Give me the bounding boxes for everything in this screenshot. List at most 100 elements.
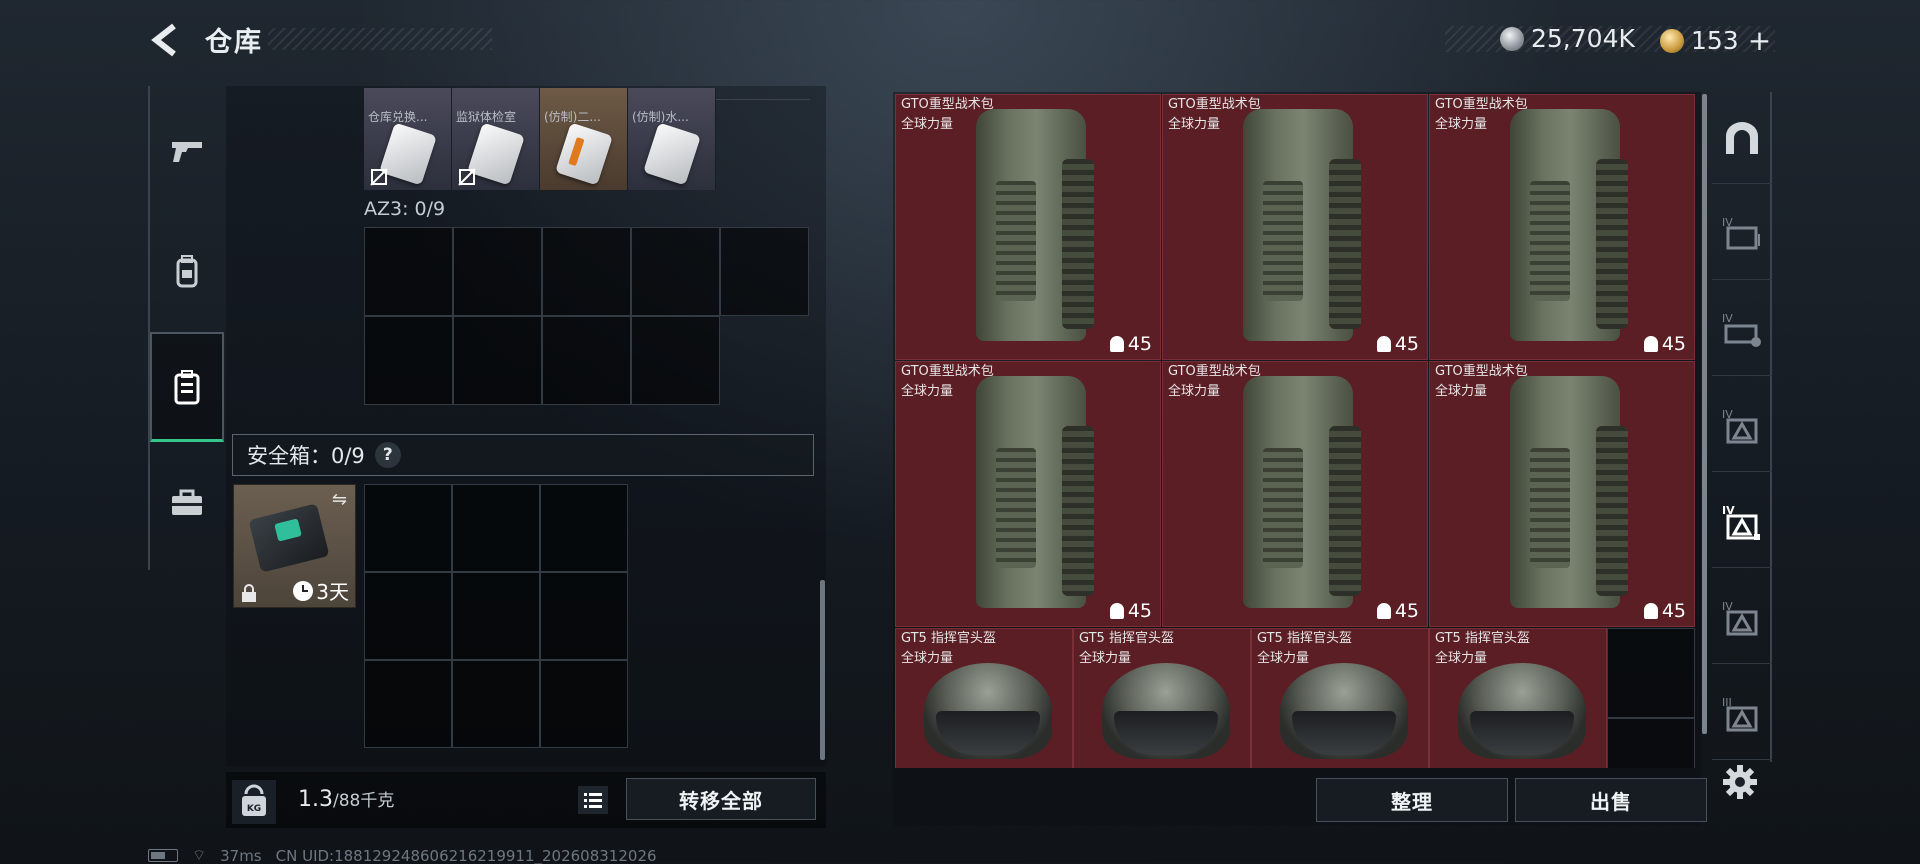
tab-tier-iv-gear[interactable]: IV bbox=[1712, 284, 1772, 376]
warehouse-item[interactable]: GTO重型战术包 全球力量 45 bbox=[895, 361, 1161, 627]
list-view-icon[interactable] bbox=[578, 786, 608, 814]
weight-current: 1.3 bbox=[298, 787, 333, 812]
gold-coin-icon bbox=[1660, 28, 1684, 53]
item-name: GTO重型战术包 bbox=[901, 97, 994, 112]
item-name: GTO重型战术包 bbox=[1435, 364, 1528, 379]
nav-equipment[interactable] bbox=[150, 216, 224, 326]
nav-kit[interactable] bbox=[150, 448, 224, 558]
grid-cell[interactable] bbox=[364, 484, 452, 572]
safe-box-label: 安全箱：0/9 bbox=[247, 444, 365, 468]
briefcase-icon bbox=[172, 489, 202, 515]
uid-text: CN UID:18812924860621621991​1_2026083120… bbox=[275, 846, 657, 864]
case-icon bbox=[174, 369, 200, 404]
tab-tier-iv-folder[interactable]: IV bbox=[1712, 188, 1772, 280]
weight-max: /88千克 bbox=[333, 791, 395, 811]
pistol-icon bbox=[172, 142, 202, 162]
keycard-icon bbox=[643, 122, 701, 186]
grid-cell[interactable] bbox=[1607, 628, 1695, 718]
grid-cell[interactable] bbox=[453, 227, 542, 316]
grid-cell[interactable] bbox=[1607, 718, 1695, 768]
grid-cell[interactable] bbox=[631, 316, 720, 405]
ping-value: 37ms bbox=[220, 846, 262, 864]
grid-cell[interactable] bbox=[452, 660, 540, 748]
grid-cell[interactable] bbox=[542, 227, 631, 316]
safe-box-item[interactable]: ⇋ 3天 bbox=[233, 484, 356, 608]
warehouse-item[interactable]: GT5 指挥官头盔 全球力量 bbox=[895, 628, 1073, 768]
grid-cell[interactable] bbox=[631, 227, 720, 316]
swap-icon[interactable]: ⇋ bbox=[332, 489, 347, 510]
nav-storage[interactable] bbox=[150, 332, 224, 442]
tab-tier-iv-triangle-active[interactable]: IV bbox=[1712, 476, 1772, 568]
grid-cell[interactable] bbox=[452, 484, 540, 572]
helmet-image bbox=[1280, 663, 1408, 759]
iv-triangle-icon: IV bbox=[1722, 504, 1760, 540]
grid-cell[interactable] bbox=[720, 227, 809, 316]
item-name: GT5 指挥官头盔 bbox=[901, 631, 996, 646]
capacity-icon bbox=[1643, 336, 1658, 352]
grid-cell[interactable] bbox=[453, 316, 542, 405]
warehouse-item[interactable]: GT5 指挥官头盔 全球力量 bbox=[1251, 628, 1429, 768]
battery-icon bbox=[148, 849, 178, 862]
back-arrow-icon[interactable] bbox=[148, 22, 184, 58]
item-count: 45 bbox=[1376, 600, 1419, 622]
backpack-icon bbox=[176, 255, 198, 288]
item-count: 45 bbox=[1643, 333, 1686, 355]
transfer-all-button[interactable]: 转移全部 bbox=[626, 778, 816, 820]
grid-cell[interactable] bbox=[540, 484, 628, 572]
grid-cell[interactable] bbox=[364, 316, 453, 405]
item-tag: 全球力量 bbox=[1168, 384, 1221, 399]
sort-button[interactable]: 整理 bbox=[1316, 778, 1508, 822]
tab-tier-iv-triangle-2[interactable]: IV bbox=[1712, 572, 1772, 664]
add-currency-button[interactable]: + bbox=[1748, 24, 1771, 57]
iv-gear-icon: IV bbox=[1722, 312, 1761, 347]
item-name: GT5 指挥官头盔 bbox=[1079, 631, 1174, 646]
tab-tier-iii[interactable]: III bbox=[1712, 668, 1772, 760]
warehouse-item[interactable]: GT5 指挥官头盔 全球力量 bbox=[1073, 628, 1251, 768]
iv-triangle-icon: IV bbox=[1722, 408, 1758, 443]
sell-button[interactable]: 出售 bbox=[1515, 778, 1707, 822]
item-name: GTO重型战术包 bbox=[1435, 97, 1528, 112]
warehouse-item[interactable]: GT5 指挥官头盔 全球力量 bbox=[1429, 628, 1607, 768]
item-tag: 全球力量 bbox=[1435, 384, 1488, 399]
warehouse-grid: GTO重型战术包 全球力量 45 GTO重型战术包 全球力量 45 GTO重型战… bbox=[895, 94, 1695, 768]
item-slot[interactable]: 监狱体检室 bbox=[452, 88, 540, 190]
item-slot[interactable]: 仓库兑换... bbox=[364, 88, 452, 190]
safe-box-grid bbox=[364, 484, 628, 748]
grid-cell[interactable] bbox=[540, 572, 628, 660]
warehouse-item[interactable]: GTO重型战术包 全球力量 45 bbox=[1162, 94, 1428, 360]
item-count: 45 bbox=[1376, 333, 1419, 355]
tab-all[interactable] bbox=[1712, 92, 1772, 184]
warehouse-item[interactable]: GTO重型战术包 全球力量 45 bbox=[895, 94, 1161, 360]
nav-weapons[interactable] bbox=[150, 96, 224, 206]
az3-grid-row-2 bbox=[364, 316, 720, 405]
keycard-icon bbox=[555, 122, 613, 186]
item-tag: 全球力量 bbox=[901, 651, 954, 666]
grid-cell[interactable] bbox=[364, 227, 453, 316]
container-items-row: 仓库兑换... 监狱体检室 (仿制)二... (仿制)水... bbox=[364, 88, 716, 190]
warehouse-item[interactable]: GTO重型战术包 全球力量 45 bbox=[1429, 361, 1695, 627]
help-button[interactable]: ? bbox=[374, 442, 401, 468]
warehouse-item[interactable]: GTO重型战术包 全球力量 45 bbox=[1162, 361, 1428, 627]
gold-currency[interactable]: 153 + bbox=[1660, 24, 1771, 57]
weight-icon: KG bbox=[232, 780, 276, 824]
gear-icon[interactable] bbox=[1722, 764, 1758, 800]
item-name: GT5 指挥官头盔 bbox=[1435, 631, 1530, 646]
iv-triangle-icon: IV bbox=[1722, 600, 1758, 635]
grid-cell[interactable] bbox=[364, 572, 452, 660]
grid-cell[interactable] bbox=[452, 572, 540, 660]
warehouse-item[interactable]: GTO重型战术包 全球力量 45 bbox=[1429, 94, 1695, 360]
no-bind-icon bbox=[458, 168, 476, 186]
left-scrollbar[interactable] bbox=[820, 580, 825, 760]
grid-cell[interactable] bbox=[540, 660, 628, 748]
left-category-nav bbox=[148, 86, 224, 570]
grid-cell[interactable] bbox=[364, 660, 452, 748]
capacity-icon bbox=[1643, 603, 1658, 619]
az3-capacity-label: AZ3: 0/9 bbox=[364, 198, 446, 220]
grid-cell[interactable] bbox=[542, 316, 631, 405]
backpack-image bbox=[976, 109, 1094, 341]
title-decoration bbox=[268, 28, 492, 50]
tab-tier-iv-triangle[interactable]: IV bbox=[1712, 380, 1772, 472]
item-slot[interactable]: (仿制)二... bbox=[540, 88, 628, 190]
item-count: 45 bbox=[1643, 600, 1686, 622]
item-slot[interactable]: (仿制)水... bbox=[628, 88, 716, 190]
